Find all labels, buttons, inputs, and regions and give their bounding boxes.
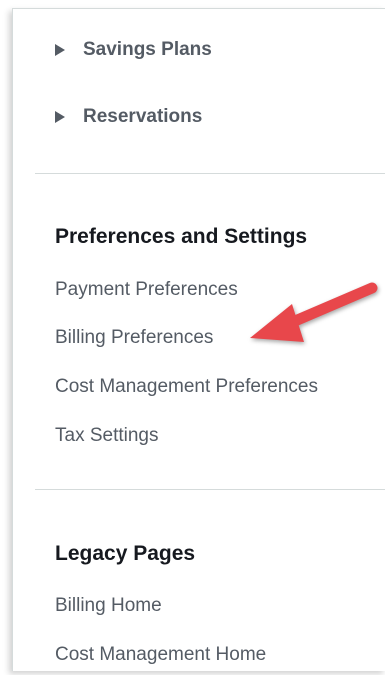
billing-sidebar-panel: Savings Plans Reservations Preferences a… xyxy=(12,8,385,671)
section-divider xyxy=(35,173,385,174)
link-tax-settings[interactable]: Tax Settings xyxy=(55,425,159,447)
expander-reservations[interactable]: Reservations xyxy=(55,106,202,128)
section-heading-preferences: Preferences and Settings xyxy=(55,225,308,248)
section-divider xyxy=(35,489,385,490)
link-cost-management-home[interactable]: Cost Management Home xyxy=(55,644,266,666)
link-cost-management-preferences[interactable]: Cost Management Preferences xyxy=(55,376,318,398)
caret-right-icon xyxy=(55,44,65,56)
link-payment-preferences[interactable]: Payment Preferences xyxy=(55,279,238,301)
link-billing-home[interactable]: Billing Home xyxy=(55,595,162,617)
expander-label: Reservations xyxy=(83,106,203,127)
link-billing-preferences[interactable]: Billing Preferences xyxy=(55,327,213,349)
expander-label: Savings Plans xyxy=(83,39,212,60)
section-heading-legacy: Legacy Pages xyxy=(55,542,196,565)
caret-right-icon xyxy=(55,111,65,123)
expander-savings-plans[interactable]: Savings Plans xyxy=(55,39,212,61)
